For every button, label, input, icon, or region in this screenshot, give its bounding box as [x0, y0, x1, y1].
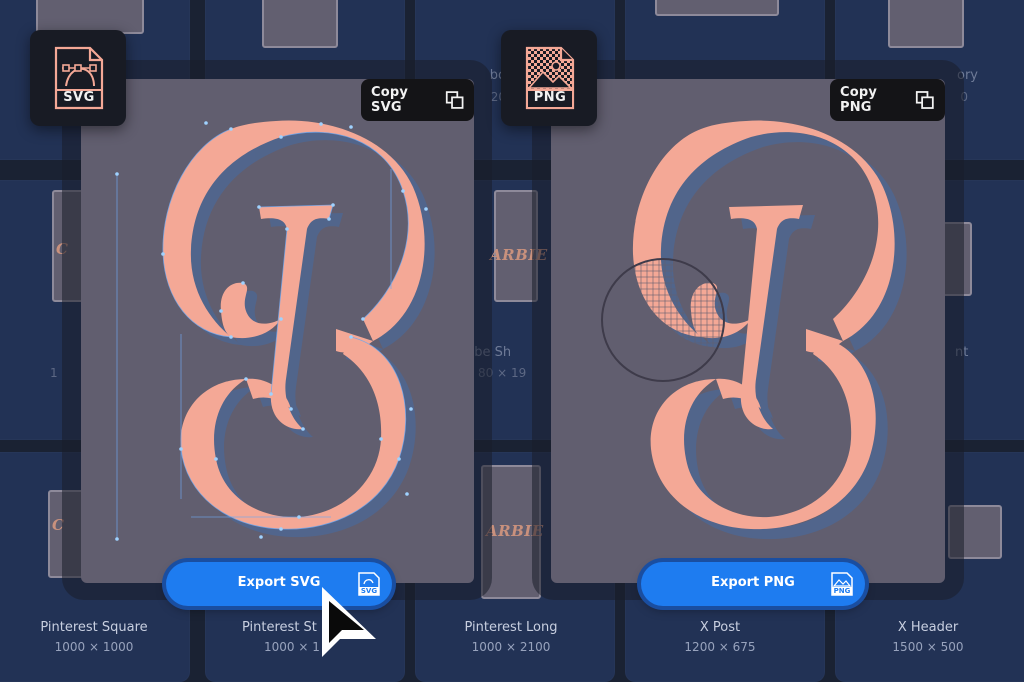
template-name: Pinterest Long: [464, 620, 558, 635]
template-thumbnail: [36, 0, 144, 34]
png-file-icon: [525, 46, 575, 110]
template-size: 1000 × 2100: [471, 640, 551, 654]
template-thumbnail: [888, 0, 964, 48]
copy-svg-label: Copy SVG: [371, 85, 409, 115]
template-name: X Post: [699, 620, 741, 635]
template-name: nt: [955, 345, 1015, 360]
template-name: Pinterest Square: [40, 620, 148, 635]
png-badge-label: PNG: [533, 90, 567, 105]
svg-file-icon: [54, 46, 104, 110]
png-preview-canvas: [551, 79, 945, 583]
copy-icon: [445, 91, 464, 109]
svg-preview-canvas: [81, 79, 474, 583]
template-size: 1200 × 675: [684, 640, 756, 654]
mouse-pointer-icon: [322, 587, 376, 657]
letter-b-raster-preview: [601, 120, 907, 540]
template-size: 1000 × 1000: [54, 640, 134, 654]
copy-icon: [916, 91, 935, 109]
export-png-button[interactable]: Export PNG PNG: [641, 562, 865, 606]
template-name: X Header: [897, 620, 959, 635]
copy-png-button[interactable]: Copy PNG: [830, 79, 945, 121]
copy-png-label: Copy PNG: [840, 85, 878, 115]
letter-b-vector-preview: [115, 120, 435, 541]
svg-file-badge: SVG: [30, 30, 126, 126]
copy-svg-button[interactable]: Copy SVG: [361, 79, 474, 121]
template-size: 1500 × 500: [892, 640, 964, 654]
export-png-icon-label: PNG: [833, 587, 851, 595]
template-thumbnail: [262, 0, 338, 48]
png-file-badge: PNG: [501, 30, 597, 126]
svg-badge-label: SVG: [63, 90, 95, 105]
template-thumbnail: [655, 0, 779, 16]
